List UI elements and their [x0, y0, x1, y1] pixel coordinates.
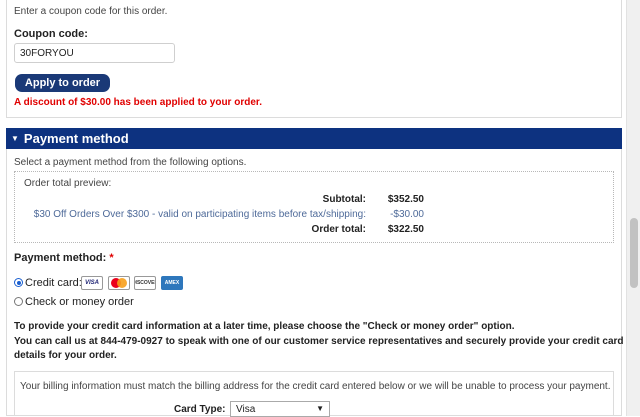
promo-value: -$30.00: [390, 209, 424, 220]
subtotal-value: $352.50: [387, 194, 424, 205]
mastercard-logo-icon: [108, 276, 130, 290]
credit-card-radio[interactable]: [14, 278, 23, 287]
payment-method-header[interactable]: ▼ Payment method: [6, 128, 622, 149]
coupon-intro-text: Enter a coupon code for this order.: [14, 6, 168, 17]
credit-card-label[interactable]: Credit card:: [25, 277, 82, 289]
chevron-down-icon: ▼: [316, 404, 324, 413]
info-line-2: You can call us at 844-479-0927 to speak…: [14, 336, 624, 347]
promo-label: $30 Off Orders Over $300 - valid on part…: [33, 209, 366, 220]
payment-method-label-text: Payment method:: [14, 252, 107, 264]
coupon-code-input[interactable]: [14, 43, 175, 63]
payment-intro-text: Select a payment method from the followi…: [14, 157, 247, 168]
card-type-label: Card Type:: [174, 404, 226, 415]
check-money-order-radio[interactable]: [14, 297, 23, 306]
visa-logo-icon: VISA: [81, 276, 103, 290]
amex-logo-icon: AMEX: [161, 276, 183, 290]
order-total-label: Order total:: [311, 224, 366, 235]
coupon-code-label: Coupon code:: [14, 28, 88, 40]
discount-applied-message: A discount of $30.00 has been applied to…: [14, 97, 263, 108]
card-type-select[interactable]: Visa ▼: [230, 401, 330, 417]
check-money-order-label[interactable]: Check or money order: [25, 296, 134, 308]
subtotal-label: Subtotal:: [322, 194, 366, 205]
discover-logo-icon: DISCOVER: [134, 276, 156, 290]
payment-method-title: Payment method: [23, 131, 129, 146]
info-line-1: To provide your credit card information …: [14, 321, 515, 332]
order-preview-title: Order total preview:: [24, 178, 112, 189]
order-total-value: $322.50: [387, 224, 424, 235]
scrollbar-thumb[interactable]: [630, 218, 638, 288]
payment-method-label: Payment method: *: [14, 252, 114, 264]
info-line-3: details for your order.: [14, 350, 117, 361]
vertical-scrollbar[interactable]: [626, 0, 640, 416]
required-mark: *: [109, 252, 114, 264]
checkout-page: Enter a coupon code for this order. Coup…: [0, 0, 626, 417]
billing-note: Your billing information must match the …: [20, 381, 611, 392]
collapse-caret-icon: ▼: [11, 134, 19, 143]
apply-coupon-button[interactable]: Apply to order: [15, 74, 110, 92]
card-type-value: Visa: [236, 403, 256, 415]
